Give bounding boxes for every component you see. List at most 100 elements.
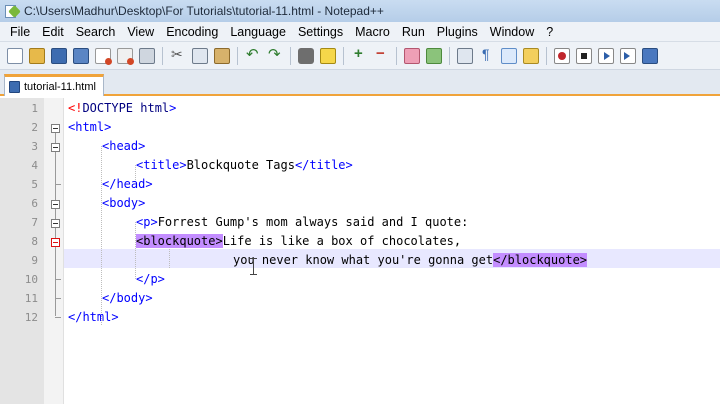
print-icon[interactable] xyxy=(139,47,155,64)
code-line-1: <!DOCTYPE html> xyxy=(68,99,176,118)
line-number: 1 xyxy=(31,102,38,115)
fold-toggle-blockquote[interactable] xyxy=(51,238,60,247)
toolbar-separator xyxy=(449,46,450,65)
p-close-tag: </p> xyxy=(136,272,165,286)
title-close-tag: </title> xyxy=(294,158,353,172)
paste-icon[interactable] xyxy=(214,47,230,64)
doctype-text: DOCTYPE html xyxy=(82,101,170,115)
fold-end-head xyxy=(55,184,61,185)
new-file-icon[interactable] xyxy=(7,47,23,64)
line-number: 5 xyxy=(31,178,38,191)
fold-end-p xyxy=(55,279,61,280)
title-open-tag: <title> xyxy=(136,158,187,172)
code-line-8: <blockquote>Life is like a box of chocol… xyxy=(136,232,461,251)
paragraph-text: Forrest Gump's mom always said and I quo… xyxy=(157,215,469,229)
body-close-tag: </body> xyxy=(102,291,153,305)
zoom-out-icon[interactable] xyxy=(373,45,389,64)
close-icon[interactable] xyxy=(95,47,112,65)
copy-icon[interactable] xyxy=(192,47,208,64)
notepadpp-app-icon xyxy=(4,4,21,19)
head-close-tag: </head> xyxy=(102,177,153,191)
cut-icon[interactable] xyxy=(170,46,186,64)
menu-file[interactable]: File xyxy=(4,25,36,39)
fold-end-html xyxy=(55,317,61,318)
doctype-close: > xyxy=(169,101,177,115)
save-macro-icon[interactable] xyxy=(642,47,658,64)
code-line-4: <title>Blockquote Tags</title> xyxy=(136,156,353,175)
code-line-5: </head> xyxy=(102,175,153,194)
user-defined-language-icon[interactable] xyxy=(523,47,539,64)
menu-window[interactable]: Window xyxy=(484,25,540,39)
toolbar-separator xyxy=(290,46,291,65)
blockquote-text-2: you never know what you're gonna get xyxy=(233,253,494,267)
find-icon[interactable] xyxy=(298,47,314,64)
html-close-tag: </html> xyxy=(68,310,119,324)
code-line-6: <body> xyxy=(102,194,145,213)
blockquote-close-tag: </blockquote> xyxy=(493,253,588,267)
menu-edit[interactable]: Edit xyxy=(36,25,70,39)
line-number: 12 xyxy=(24,311,38,324)
menu-settings[interactable]: Settings xyxy=(292,25,349,39)
play-macro-multiple-icon[interactable] xyxy=(620,47,636,64)
record-macro-icon[interactable] xyxy=(554,47,570,64)
fold-toggle-p[interactable] xyxy=(51,219,60,228)
toolbar-separator xyxy=(343,46,344,65)
sync-vertical-icon[interactable] xyxy=(404,47,420,64)
code-line-9: you never know what you're gonna get</bl… xyxy=(233,251,588,270)
fold-toggle-body[interactable] xyxy=(51,200,60,209)
line-number: 4 xyxy=(31,159,38,172)
line-number: 9 xyxy=(31,254,38,267)
replace-icon[interactable] xyxy=(320,47,336,64)
zoom-in-icon[interactable] xyxy=(351,45,367,64)
toolbar xyxy=(0,42,720,70)
save-icon[interactable] xyxy=(51,47,67,64)
menu-plugins[interactable]: Plugins xyxy=(431,25,484,39)
window-title: C:\Users\Madhur\Desktop\For Tutorials\tu… xyxy=(24,4,384,18)
body-open-tag: <body> xyxy=(102,196,146,210)
code-line-12: </html> xyxy=(68,308,119,327)
line-number: 8 xyxy=(31,235,38,248)
fold-end-body xyxy=(55,298,61,299)
toolbar-separator xyxy=(396,46,397,65)
line-number: 2 xyxy=(31,121,38,134)
show-all-chars-icon[interactable] xyxy=(479,46,495,64)
line-number: 6 xyxy=(31,197,38,210)
tab-tutorial-11[interactable]: tutorial-11.html xyxy=(4,74,104,96)
line-number: 10 xyxy=(24,273,38,286)
save-all-icon[interactable] xyxy=(73,47,89,64)
html-open-tag: <html> xyxy=(68,120,112,134)
toolbar-separator xyxy=(237,46,238,65)
menu-macro[interactable]: Macro xyxy=(349,25,396,39)
stop-macro-icon[interactable] xyxy=(576,47,592,64)
head-open-tag: <head> xyxy=(102,139,146,153)
open-file-icon[interactable] xyxy=(29,47,45,64)
close-all-icon[interactable] xyxy=(117,47,134,65)
sync-horizontal-icon[interactable] xyxy=(426,47,442,64)
saved-file-icon xyxy=(9,80,20,93)
line-number: 11 xyxy=(24,292,38,305)
title-bar: C:\Users\Madhur\Desktop\For Tutorials\tu… xyxy=(0,0,720,22)
line-number: 7 xyxy=(31,216,38,229)
blockquote-open-tag: <blockquote> xyxy=(136,234,223,248)
redo-icon[interactable] xyxy=(267,45,283,64)
fold-toggle-html[interactable] xyxy=(51,124,60,133)
code-line-3: <head> xyxy=(102,137,145,156)
title-text: Blockquote Tags xyxy=(186,158,295,172)
doctype-open: <! xyxy=(68,101,83,115)
indent-guide-icon[interactable] xyxy=(501,47,517,64)
menu-encoding[interactable]: Encoding xyxy=(160,25,224,39)
tab-label: tutorial-11.html xyxy=(24,80,96,93)
play-macro-icon[interactable] xyxy=(598,47,614,64)
menu-language[interactable]: Language xyxy=(224,25,292,39)
menu-search[interactable]: Search xyxy=(70,25,122,39)
code-editor[interactable]: 1 2 3 4 5 6 7 8 9 10 11 12 <!DOCTYPE htm… xyxy=(0,98,720,404)
menu-run[interactable]: Run xyxy=(396,25,431,39)
menu-bar: File Edit Search View Encoding Language … xyxy=(0,22,720,42)
fold-toggle-head[interactable] xyxy=(51,143,60,152)
menu-help[interactable]: ? xyxy=(540,25,559,39)
code-line-11: </body> xyxy=(102,289,153,308)
document-tab-bar: tutorial-11.html xyxy=(0,70,720,96)
word-wrap-icon[interactable] xyxy=(457,47,473,64)
menu-view[interactable]: View xyxy=(121,25,160,39)
undo-icon[interactable] xyxy=(245,45,261,64)
